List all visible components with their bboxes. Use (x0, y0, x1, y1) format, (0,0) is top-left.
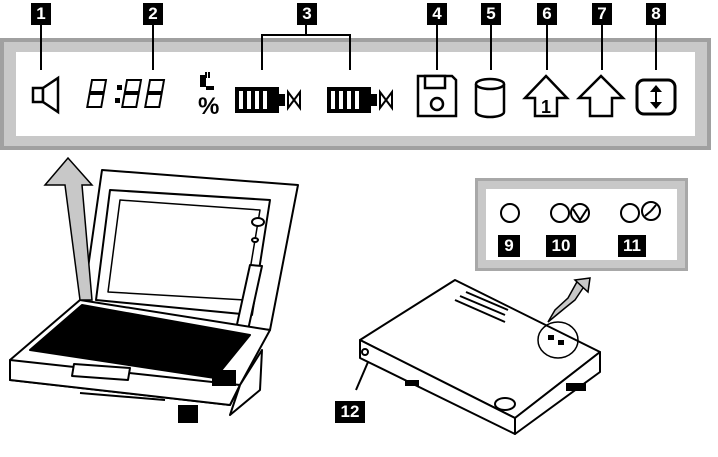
suspend-moon-icon (570, 203, 590, 223)
callout-10: 10 (546, 235, 576, 257)
callout-12: 12 (335, 401, 365, 423)
callout-11: 11 (618, 235, 646, 257)
power-clock-icon (641, 201, 661, 221)
led-overlay (500, 201, 661, 223)
led-suspend-light (550, 203, 570, 223)
led-icon (500, 203, 520, 223)
led-power-light (620, 203, 640, 223)
callout-9: 9 (498, 235, 520, 257)
